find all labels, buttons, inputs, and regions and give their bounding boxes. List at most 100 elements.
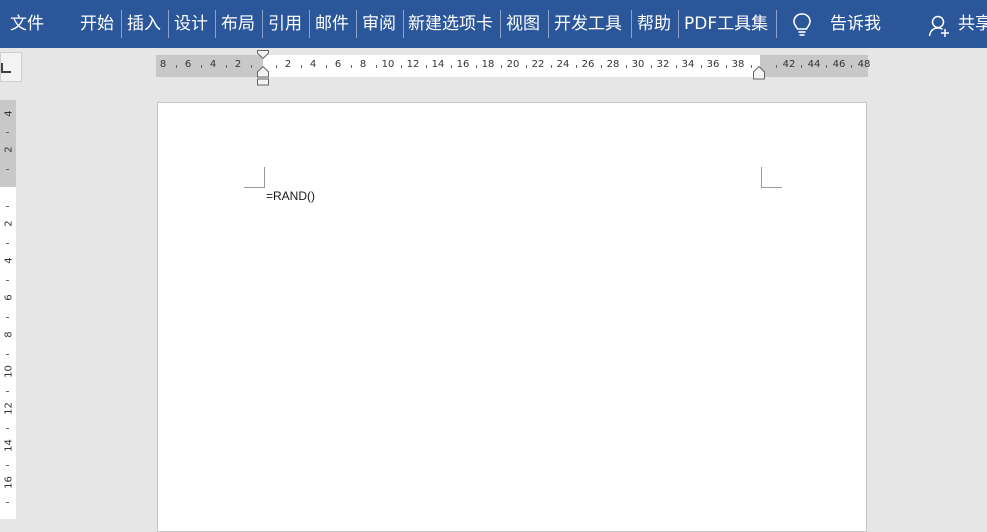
hanging-indent-marker[interactable] [257, 66, 269, 86]
tab-separator [631, 10, 632, 38]
ruler-label: 16 [3, 476, 15, 489]
document-text[interactable]: =RAND() [266, 189, 315, 203]
ruler-label: 2 [3, 146, 15, 153]
ruler-tick [850, 65, 852, 68]
ruler-tick [600, 65, 602, 68]
ruler-tick [6, 391, 9, 392]
ruler-tick [6, 502, 9, 503]
ruler-tick [6, 428, 9, 429]
ruler-tick [625, 65, 627, 68]
right-indent-marker[interactable] [753, 66, 765, 80]
tab-developer[interactable]: 开发工具 [554, 0, 622, 48]
tab-review[interactable]: 审阅 [362, 0, 396, 48]
ruler-label: 6 [184, 59, 192, 70]
tab-home[interactable]: 开始 [80, 0, 114, 48]
ruler-label: 2 [234, 59, 242, 70]
ruler-label: 24 [556, 59, 570, 70]
ruler-tick [6, 206, 9, 207]
ruler-label: 44 [807, 59, 821, 70]
ruler-label: 2 [284, 59, 292, 70]
tab-pdf-tools[interactable]: PDF工具集 [684, 0, 768, 48]
share-button[interactable]: 共享 [958, 0, 987, 48]
ruler-tick [250, 65, 252, 68]
ruler-tick [675, 65, 677, 68]
ruler-tick [325, 65, 327, 68]
ruler-label: 8 [159, 59, 167, 70]
tab-separator [500, 10, 501, 38]
ruler-label: 4 [209, 59, 217, 70]
tab-separator [262, 10, 263, 38]
ruler-tick [700, 65, 702, 68]
tab-file[interactable]: 文件 [10, 0, 44, 48]
ruler-label: 4 [3, 257, 15, 264]
ruler-label: 20 [506, 59, 520, 70]
tab-layout[interactable]: 布局 [221, 0, 255, 48]
ruler-tick [425, 65, 427, 68]
tab-new-tab[interactable]: 新建选项卡 [408, 0, 493, 48]
ruler-label: 12 [3, 402, 15, 415]
ruler-tick [550, 65, 552, 68]
ruler-label: 10 [381, 59, 395, 70]
ruler-tick [775, 65, 777, 68]
tab-separator [548, 10, 549, 38]
ruler-label: 12 [406, 59, 420, 70]
ruler-tick [175, 65, 177, 68]
ruler-tick [6, 465, 9, 466]
ruler-tick [825, 65, 827, 68]
tab-mailings[interactable]: 邮件 [315, 0, 349, 48]
ruler-tick [6, 132, 9, 133]
ruler-label: 48 [857, 59, 871, 70]
ruler-tick [375, 65, 377, 68]
ruler-label: 8 [359, 59, 367, 70]
ruler-label: 22 [531, 59, 545, 70]
tab-help[interactable]: 帮助 [637, 0, 671, 48]
ruler-label: 14 [431, 59, 445, 70]
ruler-tick [200, 65, 202, 68]
ruler-tick [800, 65, 802, 68]
tab-design[interactable]: 设计 [174, 0, 208, 48]
crop-mark-top-left [244, 167, 265, 188]
ruler-tick [525, 65, 527, 68]
ruler-tick [475, 65, 477, 68]
ruler-label: 26 [581, 59, 595, 70]
tell-me-search[interactable]: 告诉我 [830, 0, 881, 48]
tab-separator [403, 10, 404, 38]
ruler-tick [725, 65, 727, 68]
tab-view[interactable]: 视图 [506, 0, 540, 48]
ruler-tick [500, 65, 502, 68]
tab-insert[interactable]: 插入 [127, 0, 161, 48]
tab-stop-selector[interactable] [0, 52, 22, 82]
tab-separator [121, 10, 122, 38]
ruler-tick [6, 169, 9, 170]
ruler-tick [275, 65, 277, 68]
ruler-label: 38 [731, 59, 745, 70]
ruler-label: 28 [606, 59, 620, 70]
ruler-label: 30 [631, 59, 645, 70]
first-line-indent-marker[interactable] [257, 50, 269, 59]
ruler-tick [6, 243, 9, 244]
tab-separator [356, 10, 357, 38]
ruler-label: 18 [481, 59, 495, 70]
ruler-label: 46 [832, 59, 846, 70]
ruler-label: 6 [3, 294, 15, 301]
ruler-label: 32 [656, 59, 670, 70]
vertical-ruler[interactable]: 4 2 2 4 6 8 10 12 14 16 [0, 100, 16, 519]
ruler-label: 4 [3, 110, 15, 117]
left-tab-icon [1, 63, 11, 73]
ruler-label: 14 [3, 439, 15, 452]
lightbulb-icon[interactable] [791, 12, 813, 38]
tab-separator [678, 10, 679, 38]
document-page[interactable]: =RAND() [157, 102, 867, 532]
ribbon-tab-bar: 文件 开始 插入 设计 布局 引用 邮件 审阅 新建选项卡 视图 开发工具 帮助… [0, 0, 987, 48]
tab-separator [168, 10, 169, 38]
ruler-label: 16 [456, 59, 470, 70]
ruler-label: 6 [334, 59, 342, 70]
ruler-tick [575, 65, 577, 68]
tab-separator [215, 10, 216, 38]
tab-references[interactable]: 引用 [268, 0, 302, 48]
crop-mark-top-right [761, 167, 782, 188]
tab-separator [309, 10, 310, 38]
share-person-icon[interactable] [928, 14, 950, 38]
ruler-tick [300, 65, 302, 68]
ruler-tick [450, 65, 452, 68]
